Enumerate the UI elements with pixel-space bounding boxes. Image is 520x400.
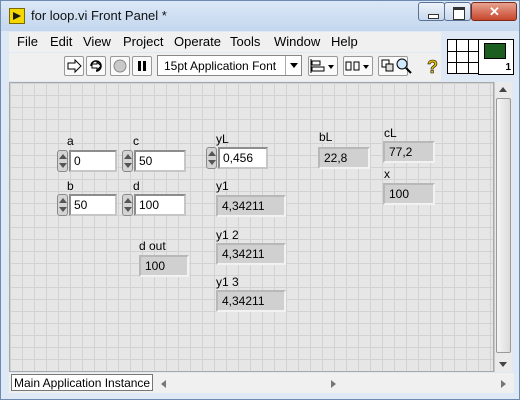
- menu-bar: File Edit View Project Operate Tools Win…: [9, 32, 441, 52]
- scroll-down-icon[interactable]: [499, 362, 507, 367]
- help-icon[interactable]: ?: [422, 56, 442, 78]
- label-y1-2: y1 2: [216, 228, 239, 242]
- run-continuously-icon[interactable]: [86, 56, 106, 76]
- scroll-right-icon[interactable]: [501, 380, 506, 388]
- label-d: d: [133, 179, 140, 193]
- vertical-scrollbar[interactable]: [494, 82, 512, 372]
- numeric-control-yL[interactable]: 0,456: [206, 147, 268, 169]
- label-bL: bL: [319, 130, 333, 144]
- indicator-y1-3: 4,34211: [216, 290, 286, 312]
- increment-decrement-icon[interactable]: [57, 150, 68, 172]
- label-cL: cL: [384, 126, 397, 140]
- value-c[interactable]: 50: [134, 150, 186, 172]
- distribute-objects-icon[interactable]: [343, 56, 373, 76]
- numeric-control-b[interactable]: 50: [57, 194, 117, 216]
- indicator-y1-2: 4,34211: [216, 243, 286, 265]
- value-yL[interactable]: 0,456: [218, 147, 268, 169]
- indicator-bL: 22,8: [318, 147, 370, 169]
- value-a[interactable]: 0: [69, 150, 117, 172]
- abort-icon[interactable]: [110, 56, 130, 76]
- label-a: a: [67, 134, 74, 148]
- scroll-thumb[interactable]: [496, 98, 511, 353]
- scroll-left-icon[interactable]: [161, 380, 166, 388]
- labview-app-icon: [9, 8, 25, 24]
- monitor-icon: [484, 43, 506, 59]
- menu-project[interactable]: Project: [123, 34, 163, 49]
- value-b[interactable]: 50: [69, 194, 117, 216]
- run-arrow-icon[interactable]: [64, 56, 84, 76]
- indicator-d-out: 100: [139, 255, 189, 277]
- value-d[interactable]: 100: [134, 194, 186, 216]
- increment-decrement-icon[interactable]: [122, 150, 133, 172]
- vi-icon[interactable]: 1: [478, 39, 514, 75]
- application-instance[interactable]: Main Application Instance: [11, 374, 153, 391]
- label-c: c: [133, 134, 139, 148]
- minimize-button[interactable]: [418, 2, 445, 21]
- vi-front-panel-window: for loop.vi Front Panel * File Edit View…: [0, 0, 520, 400]
- scroll-up-icon[interactable]: [499, 87, 507, 92]
- indicator-cL: 77,2: [383, 141, 435, 163]
- status-bar: Main Application Instance: [9, 373, 514, 393]
- align-objects-icon[interactable]: [308, 56, 338, 76]
- increment-decrement-icon[interactable]: [57, 194, 68, 216]
- label-yL: yL: [216, 132, 229, 146]
- svg-text:?: ?: [427, 57, 438, 76]
- indicator-y1: 4,34211: [216, 195, 286, 217]
- title-bar[interactable]: for loop.vi Front Panel *: [1, 1, 519, 31]
- toolbar: 15pt Application Font ?: [9, 53, 441, 81]
- label-y1: y1: [216, 179, 229, 193]
- search-icon[interactable]: [394, 56, 414, 76]
- label-y1-3: y1 3: [216, 275, 239, 289]
- label-b: b: [67, 179, 74, 193]
- label-x: x: [384, 167, 390, 181]
- text-settings-dropdown[interactable]: 15pt Application Font: [157, 55, 302, 76]
- maximize-button[interactable]: [444, 2, 471, 21]
- numeric-control-c[interactable]: 50: [122, 150, 186, 172]
- menu-edit[interactable]: Edit: [50, 34, 72, 49]
- chevron-down-icon: [285, 56, 301, 75]
- menu-tools[interactable]: Tools: [230, 34, 260, 49]
- menu-view[interactable]: View: [83, 34, 111, 49]
- menu-operate[interactable]: Operate: [174, 34, 221, 49]
- numeric-control-a[interactable]: 0: [57, 150, 117, 172]
- numeric-control-d[interactable]: 100: [122, 194, 186, 216]
- window-title: for loop.vi Front Panel *: [31, 8, 167, 23]
- menu-file[interactable]: File: [17, 34, 38, 49]
- horizontal-scroll-thumb[interactable]: [331, 380, 336, 388]
- menu-window[interactable]: Window: [274, 34, 320, 49]
- menu-help[interactable]: Help: [331, 34, 358, 49]
- close-button[interactable]: [471, 2, 517, 21]
- label-d-out: d out: [139, 239, 166, 253]
- pause-icon[interactable]: [132, 56, 152, 76]
- front-panel-canvas[interactable]: a 0 c 50 b 50 d 100 d out 100 yL 0,456 y…: [9, 82, 494, 372]
- indicator-x: 100: [383, 183, 435, 205]
- increment-decrement-icon[interactable]: [122, 194, 133, 216]
- increment-decrement-icon[interactable]: [206, 147, 217, 169]
